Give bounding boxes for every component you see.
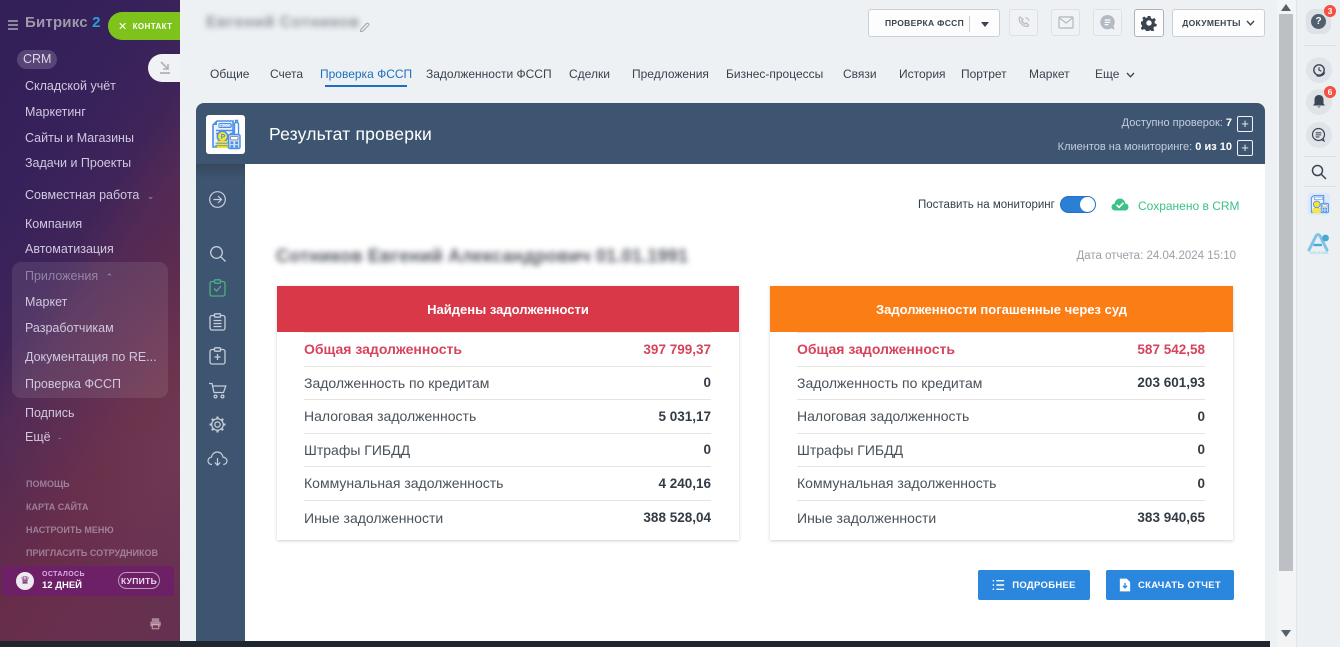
svg-text:P: P <box>221 134 226 141</box>
svg-text:SOLUTIONS: SOLUTIONS <box>1310 251 1328 255</box>
svg-text:ФССП: ФССП <box>220 123 232 128</box>
